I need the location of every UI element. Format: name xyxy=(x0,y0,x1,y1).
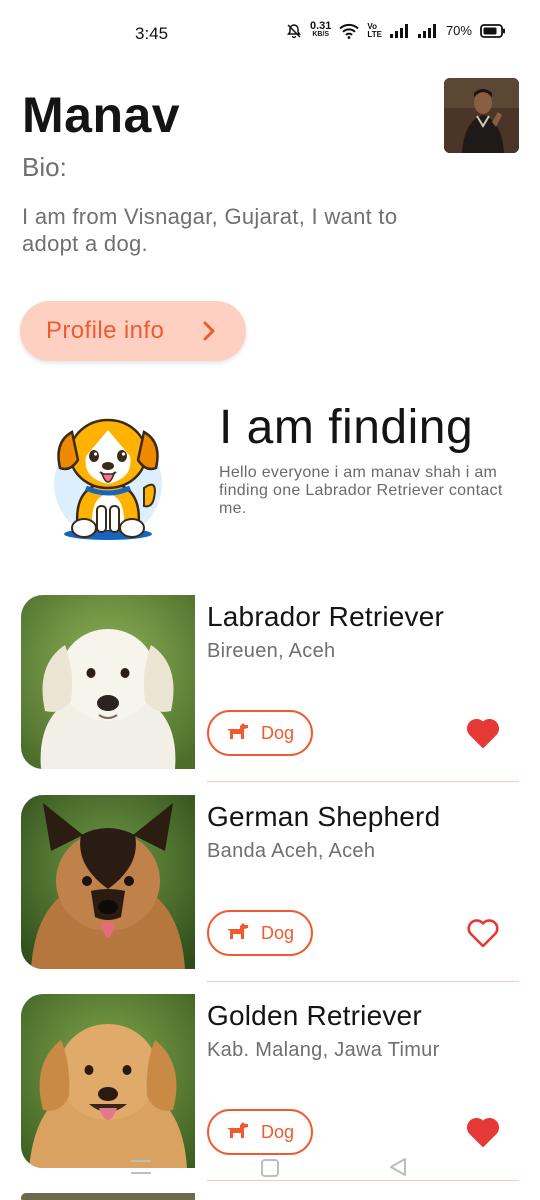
pet-location: Banda Aceh, Aceh xyxy=(207,840,376,862)
bell-off-icon xyxy=(286,23,302,39)
heart-icon[interactable] xyxy=(466,717,500,749)
finding-title: I am finding xyxy=(219,401,474,454)
dog-icon xyxy=(225,921,249,946)
pet-card[interactable] xyxy=(0,1193,540,1200)
pet-type-chip[interactable]: Dog xyxy=(207,910,313,956)
pet-photo[interactable] xyxy=(21,795,195,969)
back-icon[interactable] xyxy=(388,1157,408,1182)
finding-description: Hello everyone i am manav shah i am find… xyxy=(219,464,503,517)
status-icons: 0.31 KB/S Vo LTE 70% xyxy=(286,20,506,39)
divider xyxy=(207,981,519,982)
chevron-right-icon xyxy=(202,320,216,347)
user-name: Manav xyxy=(22,87,181,143)
dog-icon xyxy=(225,1120,249,1145)
pet-type-label: Dog xyxy=(261,722,295,743)
pet-location: Bireuen, Aceh xyxy=(207,640,336,662)
dog-mascot-illustration xyxy=(50,410,166,542)
status-bar: 3:45 0.31 KB/S Vo LTE 70% xyxy=(0,0,540,64)
bio-text: I am from Visnagar, Gujarat, I want to a… xyxy=(22,204,398,256)
menu-icon[interactable] xyxy=(130,1158,152,1181)
home-icon[interactable] xyxy=(260,1158,280,1183)
avatar[interactable] xyxy=(444,78,519,153)
volte-bottom: LTE xyxy=(367,29,382,39)
navigation-bar xyxy=(0,1150,540,1184)
pet-name: Labrador Retriever xyxy=(207,601,445,632)
battery-icon xyxy=(480,23,506,38)
signal-icon xyxy=(389,23,410,38)
network-speed: 0.31 KB/S xyxy=(310,20,332,39)
pet-name: German Shepherd xyxy=(207,801,441,832)
pet-location: Kab. Malang, Jawa Timur xyxy=(207,1039,440,1061)
signal-icon xyxy=(417,23,438,38)
bio-label: Bio: xyxy=(22,152,67,182)
network-speed-value: 0.31 xyxy=(310,20,332,32)
status-time: 3:45 xyxy=(135,24,169,43)
pet-type-label: Dog xyxy=(261,1121,295,1142)
pet-type-chip[interactable]: Dog xyxy=(207,1109,313,1155)
divider xyxy=(207,781,519,782)
pet-photo[interactable] xyxy=(21,1193,195,1200)
pet-card[interactable]: German Shepherd Banda Aceh, Aceh Dog xyxy=(0,795,540,985)
pet-type-label: Dog xyxy=(261,922,295,943)
pet-name: Golden Retriever xyxy=(207,1000,422,1031)
pet-photo[interactable] xyxy=(21,994,195,1168)
profile-info-button[interactable]: Profile info xyxy=(20,301,246,361)
volte-indicator: Vo LTE xyxy=(367,22,382,39)
pet-card[interactable]: Labrador Retriever Bireuen, Aceh Dog xyxy=(0,595,540,785)
profile-info-label: Profile info xyxy=(46,317,165,344)
pet-type-chip[interactable]: Dog xyxy=(207,710,313,756)
dog-icon xyxy=(225,721,249,746)
pet-photo[interactable] xyxy=(21,595,195,769)
wifi-icon xyxy=(339,23,360,39)
heart-icon[interactable] xyxy=(466,1116,500,1148)
battery-percentage: 70% xyxy=(445,23,472,38)
heart-outline-icon[interactable] xyxy=(466,917,500,949)
network-speed-unit: KB/S xyxy=(312,31,330,38)
